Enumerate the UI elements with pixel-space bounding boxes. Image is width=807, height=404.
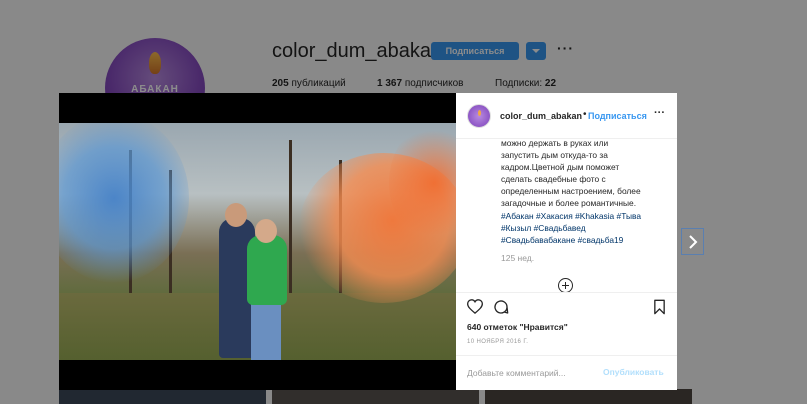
- woman-figure: [247, 235, 287, 305]
- comment-bar: Опубликовать: [456, 355, 677, 390]
- caption-timestamp[interactable]: 125 нед.: [501, 253, 534, 263]
- caption-line: запустить дым откуда-то за: [501, 150, 608, 161]
- likes-count[interactable]: 640 отметок "Нравится": [467, 322, 568, 332]
- woman-legs: [251, 301, 281, 360]
- caption-line: определенным настроением, более: [501, 186, 641, 197]
- separator-dot: •: [583, 109, 587, 120]
- next-post-button[interactable]: [681, 228, 704, 255]
- hashtag-line[interactable]: #Абакан #Хакасия #Khakasia #Тыва: [501, 210, 671, 222]
- comment-icon[interactable]: [493, 299, 509, 315]
- post-author-avatar[interactable]: [467, 104, 491, 128]
- hashtag-line[interactable]: #Кызыл #Свадьбавед: [501, 222, 671, 234]
- caption-line: кадром.Цветной дым поможет: [501, 162, 620, 173]
- publish-button[interactable]: Опубликовать: [603, 367, 664, 377]
- post-sidebar: color_dum_abakan • Подписаться ··· можно…: [456, 93, 677, 390]
- bookmark-icon[interactable]: [653, 299, 666, 315]
- chevron-right-icon: [689, 235, 698, 249]
- hashtag-line[interactable]: #Свадьбавабакане #свадьба19: [501, 234, 671, 246]
- post-more-icon[interactable]: ···: [654, 107, 665, 119]
- post-date[interactable]: 10 НОЯБРЯ 2016 Г.: [467, 339, 528, 345]
- heart-icon[interactable]: [467, 299, 483, 314]
- woman-head: [255, 219, 277, 243]
- actions-divider: [456, 292, 677, 293]
- post-photo[interactable]: [59, 93, 456, 390]
- post-follow-link[interactable]: Подписаться: [588, 111, 647, 121]
- post-caption: можно держать в руках или запустить дым …: [501, 137, 671, 246]
- plus-circle-icon[interactable]: [558, 278, 573, 293]
- man-head: [225, 203, 247, 227]
- post-header: color_dum_abakan • Подписаться ···: [456, 93, 677, 139]
- caption-line: сделать свадебные фото с: [501, 174, 606, 185]
- tree-decoration: [289, 140, 292, 300]
- post-author-username[interactable]: color_dum_abakan: [500, 111, 582, 121]
- wedding-photo-image: [59, 123, 456, 360]
- comment-input[interactable]: [467, 368, 597, 378]
- caption-line: можно держать в руках или: [501, 138, 609, 148]
- caption-line: загадочные и более романтичные.: [501, 198, 637, 209]
